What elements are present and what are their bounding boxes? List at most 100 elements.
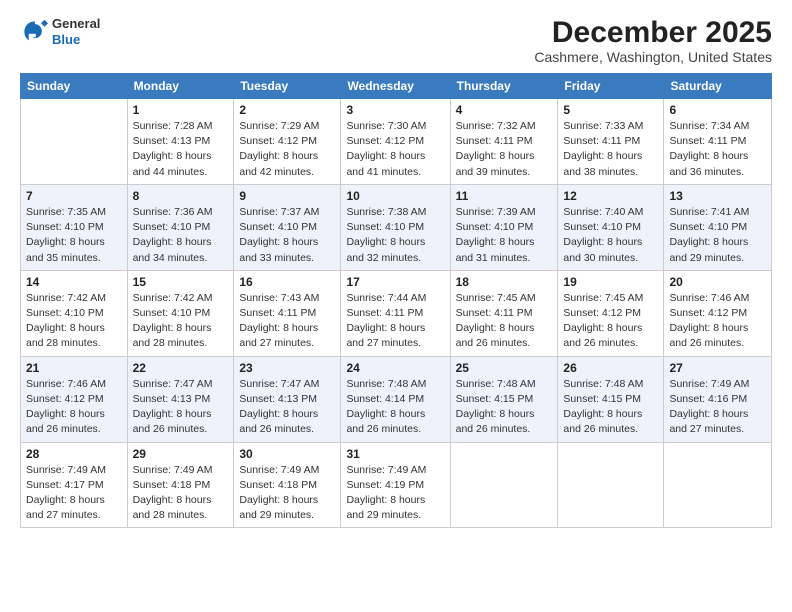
day-info: Sunrise: 7:48 AM Sunset: 4:15 PM Dayligh… [456,377,553,438]
day-info: Sunrise: 7:49 AM Sunset: 4:17 PM Dayligh… [26,463,122,524]
day-number: 1 [133,103,229,117]
calendar-cell: 20Sunrise: 7:46 AM Sunset: 4:12 PM Dayli… [664,270,772,356]
day-info: Sunrise: 7:49 AM Sunset: 4:18 PM Dayligh… [239,463,335,524]
day-number: 28 [26,447,122,461]
day-number: 21 [26,361,122,375]
calendar-cell: 6 Sunrise: 7:34 AM Sunset: 4:11 PM Daylig… [664,99,772,185]
day-info: Sunrise: 7:44 AM Sunset: 4:11 PM Dayligh… [346,291,444,352]
calendar-cell: 16Sunrise: 7:43 AM Sunset: 4:11 PM Dayli… [234,270,341,356]
day-info: Sunrise: 7:49 AM Sunset: 4:19 PM Dayligh… [346,463,444,524]
day-number: 16 [239,275,335,289]
month-title: December 2025 [534,16,772,49]
day-info: Sunrise: 7:41 AM Sunset: 4:10 PM Dayligh… [669,205,766,266]
day-number: 12 [563,189,658,203]
day-info: Sunrise: 7:39 AM Sunset: 4:10 PM Dayligh… [456,205,553,266]
location: Cashmere, Washington, United States [534,49,772,65]
logo-general-text: General [52,16,100,32]
day-info: Sunrise: 7:36 AM Sunset: 4:10 PM Dayligh… [133,205,229,266]
calendar-cell [664,442,772,528]
day-number: 2 [239,103,335,117]
day-number: 19 [563,275,658,289]
day-number: 31 [346,447,444,461]
calendar-cell: 9 Sunrise: 7:37 AM Sunset: 4:10 PM Daylig… [234,184,341,270]
day-info: Sunrise: 7:28 AM Sunset: 4:13 PM Dayligh… [133,119,229,180]
calendar-cell: 25Sunrise: 7:48 AM Sunset: 4:15 PM Dayli… [450,356,558,442]
calendar-cell: 21Sunrise: 7:46 AM Sunset: 4:12 PM Dayli… [21,356,128,442]
calendar-header-row: SundayMondayTuesdayWednesdayThursdayFrid… [21,74,772,99]
day-number: 4 [456,103,553,117]
day-number: 10 [346,189,444,203]
day-number: 15 [133,275,229,289]
calendar-cell: 12 Sunrise: 7:40 AM Sunset: 4:10 PM Dayli… [558,184,664,270]
calendar: SundayMondayTuesdayWednesdayThursdayFrid… [20,73,772,528]
calendar-cell: 13 Sunrise: 7:41 AM Sunset: 4:10 PM Dayli… [664,184,772,270]
day-number: 14 [26,275,122,289]
calendar-header-tuesday: Tuesday [234,74,341,99]
calendar-cell: 19 Sunrise: 7:45 AM Sunset: 4:12 PM Dayli… [558,270,664,356]
page: General Blue December 2025 Cashmere, Was… [0,0,792,612]
logo: General Blue [20,16,100,47]
day-number: 27 [669,361,766,375]
day-number: 29 [133,447,229,461]
calendar-cell: 1 Sunrise: 7:28 AM Sunset: 4:13 PM Daylig… [127,99,234,185]
calendar-week-1: 1 Sunrise: 7:28 AM Sunset: 4:13 PM Daylig… [21,99,772,185]
title-block: December 2025 Cashmere, Washington, Unit… [534,16,772,65]
calendar-cell: 24 Sunrise: 7:48 AM Sunset: 4:14 PM Dayli… [341,356,450,442]
day-info: Sunrise: 7:40 AM Sunset: 4:10 PM Dayligh… [563,205,658,266]
day-info: Sunrise: 7:29 AM Sunset: 4:12 PM Dayligh… [239,119,335,180]
calendar-cell: 7 Sunrise: 7:35 AM Sunset: 4:10 PM Daylig… [21,184,128,270]
calendar-cell: 15 Sunrise: 7:42 AM Sunset: 4:10 PM Dayli… [127,270,234,356]
day-number: 8 [133,189,229,203]
calendar-cell [558,442,664,528]
calendar-cell: 27 Sunrise: 7:49 AM Sunset: 4:16 PM Dayli… [664,356,772,442]
day-number: 22 [133,361,229,375]
day-number: 9 [239,189,335,203]
calendar-cell: 2 Sunrise: 7:29 AM Sunset: 4:12 PM Daylig… [234,99,341,185]
calendar-cell: 29 Sunrise: 7:49 AM Sunset: 4:18 PM Dayli… [127,442,234,528]
logo-icon [20,18,48,46]
calendar-week-4: 21Sunrise: 7:46 AM Sunset: 4:12 PM Dayli… [21,356,772,442]
day-info: Sunrise: 7:34 AM Sunset: 4:11 PM Dayligh… [669,119,766,180]
calendar-week-3: 14 Sunrise: 7:42 AM Sunset: 4:10 PM Dayli… [21,270,772,356]
calendar-cell: 31 Sunrise: 7:49 AM Sunset: 4:19 PM Dayli… [341,442,450,528]
day-number: 7 [26,189,122,203]
day-number: 24 [346,361,444,375]
calendar-cell: 28 Sunrise: 7:49 AM Sunset: 4:17 PM Dayli… [21,442,128,528]
calendar-header-thursday: Thursday [450,74,558,99]
day-info: Sunrise: 7:49 AM Sunset: 4:16 PM Dayligh… [669,377,766,438]
day-number: 17 [346,275,444,289]
day-info: Sunrise: 7:45 AM Sunset: 4:11 PM Dayligh… [456,291,553,352]
day-info: Sunrise: 7:45 AM Sunset: 4:12 PM Dayligh… [563,291,658,352]
calendar-cell: 11 Sunrise: 7:39 AM Sunset: 4:10 PM Dayli… [450,184,558,270]
day-info: Sunrise: 7:48 AM Sunset: 4:15 PM Dayligh… [563,377,658,438]
calendar-cell [21,99,128,185]
calendar-cell [450,442,558,528]
day-number: 13 [669,189,766,203]
day-info: Sunrise: 7:35 AM Sunset: 4:10 PM Dayligh… [26,205,122,266]
calendar-week-5: 28 Sunrise: 7:49 AM Sunset: 4:17 PM Dayli… [21,442,772,528]
calendar-cell: 18 Sunrise: 7:45 AM Sunset: 4:11 PM Dayli… [450,270,558,356]
calendar-cell: 17 Sunrise: 7:44 AM Sunset: 4:11 PM Dayli… [341,270,450,356]
calendar-cell: 3Sunrise: 7:30 AM Sunset: 4:12 PM Daylig… [341,99,450,185]
day-info: Sunrise: 7:47 AM Sunset: 4:13 PM Dayligh… [239,377,335,438]
day-info: Sunrise: 7:42 AM Sunset: 4:10 PM Dayligh… [133,291,229,352]
day-number: 6 [669,103,766,117]
calendar-cell: 23Sunrise: 7:47 AM Sunset: 4:13 PM Dayli… [234,356,341,442]
day-number: 11 [456,189,553,203]
day-info: Sunrise: 7:37 AM Sunset: 4:10 PM Dayligh… [239,205,335,266]
day-info: Sunrise: 7:30 AM Sunset: 4:12 PM Dayligh… [346,119,444,180]
day-info: Sunrise: 7:48 AM Sunset: 4:14 PM Dayligh… [346,377,444,438]
calendar-header-sunday: Sunday [21,74,128,99]
day-info: Sunrise: 7:47 AM Sunset: 4:13 PM Dayligh… [133,377,229,438]
calendar-header-saturday: Saturday [664,74,772,99]
day-number: 18 [456,275,553,289]
day-number: 20 [669,275,766,289]
calendar-cell: 8 Sunrise: 7:36 AM Sunset: 4:10 PM Daylig… [127,184,234,270]
calendar-cell: 22 Sunrise: 7:47 AM Sunset: 4:13 PM Dayli… [127,356,234,442]
day-info: Sunrise: 7:49 AM Sunset: 4:18 PM Dayligh… [133,463,229,524]
logo-blue-text: Blue [52,32,100,48]
day-number: 5 [563,103,658,117]
day-number: 30 [239,447,335,461]
day-info: Sunrise: 7:42 AM Sunset: 4:10 PM Dayligh… [26,291,122,352]
calendar-header-friday: Friday [558,74,664,99]
